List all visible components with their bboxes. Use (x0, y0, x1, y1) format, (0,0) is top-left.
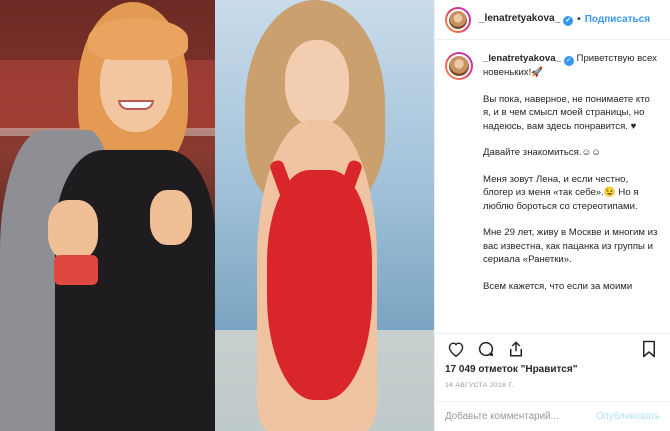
share-icon[interactable] (505, 338, 527, 360)
add-comment-bar: Опубликовать (435, 401, 670, 431)
caption-avatar[interactable] (445, 52, 473, 80)
verified-badge-icon: ✓ (563, 56, 574, 66)
like-heart-icon[interactable] (445, 338, 467, 360)
caption-paragraph: Давайте знакомиться.☺☺ (483, 147, 602, 158)
separator-dot: • (577, 14, 581, 25)
post-media-collage[interactable] (0, 0, 434, 431)
avatar[interactable] (445, 6, 471, 33)
caption-paragraph: Меня зовут Лена, и если честно, блогер и… (483, 173, 639, 212)
caption-paragraph: Вы пока, наверное, не понимаете кто я, и… (483, 93, 650, 132)
likes-count[interactable]: 17 049 отметок "Нравится" (435, 363, 670, 379)
comment-input[interactable] (445, 411, 596, 422)
caption-text: _lenatretyakova_ ✓ Приветствую всех новен… (483, 52, 660, 293)
username-link[interactable]: _lenatretyakova_ ✓ (479, 13, 574, 26)
caption-scroll-area[interactable]: _lenatretyakova_ ✓ Приветствую всех новен… (435, 40, 670, 333)
verified-badge-icon: ✓ (563, 16, 574, 26)
post-header: _lenatretyakova_ ✓ • Подписаться (435, 0, 670, 40)
post-sidebar: _lenatretyakova_ ✓ • Подписаться _lenatre… (434, 0, 670, 431)
bookmark-icon[interactable] (638, 338, 660, 360)
photo-right (215, 0, 434, 431)
caption-paragraph: Мне 29 лет, живу в Москве и многим из ва… (483, 227, 658, 265)
publish-button[interactable]: Опубликовать (596, 411, 660, 422)
follow-button[interactable]: Подписаться (585, 14, 650, 25)
post-date[interactable]: 14 августа 2018 г. (435, 379, 670, 401)
action-bar (435, 333, 670, 363)
caption-comment: _lenatretyakova_ ✓ Приветствую всех новен… (445, 52, 660, 293)
comment-bubble-icon[interactable] (475, 338, 497, 360)
caption-paragraph: Всем кажется, что если за моими (483, 280, 633, 292)
photo-left (0, 0, 215, 431)
username-text: _lenatretyakova_ (479, 13, 561, 24)
caption-username[interactable]: _lenatretyakova_ (483, 53, 561, 64)
instagram-post: _lenatretyakova_ ✓ • Подписаться _lenatre… (0, 0, 670, 431)
